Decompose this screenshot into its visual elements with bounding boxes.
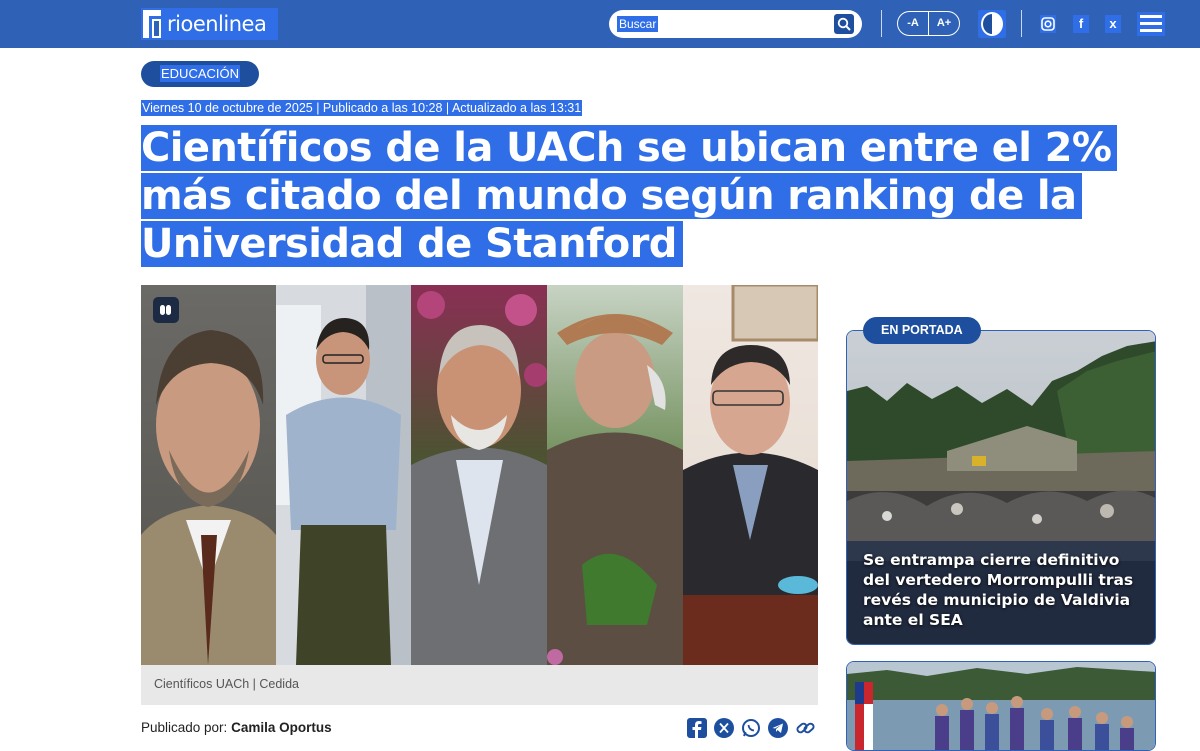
article-hero-image: [141, 285, 818, 665]
menu-icon[interactable]: [1137, 12, 1165, 36]
link-icon[interactable]: [795, 718, 815, 738]
header-divider: [1021, 10, 1022, 37]
site-header: rioenlinea Buscar -A A+ f x: [0, 0, 1200, 48]
article-byline: Publicado por: Camila Oportus: [141, 720, 332, 735]
portrait-panel: [547, 285, 683, 665]
font-decrease-button[interactable]: -A: [898, 12, 929, 35]
search-icon: [837, 17, 851, 31]
image-caption: Científicos UACh | Cedida: [154, 677, 299, 691]
category-badge[interactable]: EDUCACIÓN: [141, 61, 260, 87]
image-caption-box: Científicos UACh | Cedida: [141, 665, 818, 705]
instagram-icon[interactable]: [1040, 15, 1056, 33]
header-divider: [881, 10, 882, 37]
featured-story-title[interactable]: Se entrampa cierre definitivo del verted…: [863, 550, 1143, 630]
font-increase-button[interactable]: A+: [929, 12, 959, 35]
portrait-panel: [141, 285, 276, 665]
featured-story-card[interactable]: Se entrampa cierre definitivo del verted…: [846, 330, 1156, 645]
whatsapp-icon[interactable]: [741, 718, 761, 738]
facebook-icon[interactable]: f: [1073, 15, 1089, 33]
facebook-icon[interactable]: [687, 718, 707, 738]
x-icon[interactable]: [714, 718, 734, 738]
author-name[interactable]: Camila Oportus: [231, 720, 332, 735]
article-title: Científicos de la UACh se ubican entre e…: [141, 124, 1171, 268]
font-size-controls: -A A+: [897, 11, 960, 36]
site-logo[interactable]: rioenlinea: [141, 8, 278, 40]
contrast-toggle-icon[interactable]: [978, 10, 1006, 38]
byline-prefix: Publicado por:: [141, 720, 228, 735]
portrait-panel: [683, 285, 818, 665]
logo-text: rioenlinea: [167, 12, 267, 36]
en-portada-label: EN PORTADA: [863, 317, 981, 344]
search-input[interactable]: Buscar: [609, 10, 862, 38]
x-icon[interactable]: x: [1105, 15, 1121, 33]
article-dateline: Viernes 10 de octubre de 2025 | Publicad…: [141, 100, 583, 116]
search-button[interactable]: [834, 14, 854, 34]
telegram-icon[interactable]: [768, 718, 788, 738]
portrait-panel: [276, 285, 411, 665]
search-placeholder[interactable]: Buscar: [617, 16, 659, 32]
logo-mark-icon: [141, 8, 163, 40]
media-logo-icon: [153, 297, 179, 323]
portrait-panel: [411, 285, 547, 665]
